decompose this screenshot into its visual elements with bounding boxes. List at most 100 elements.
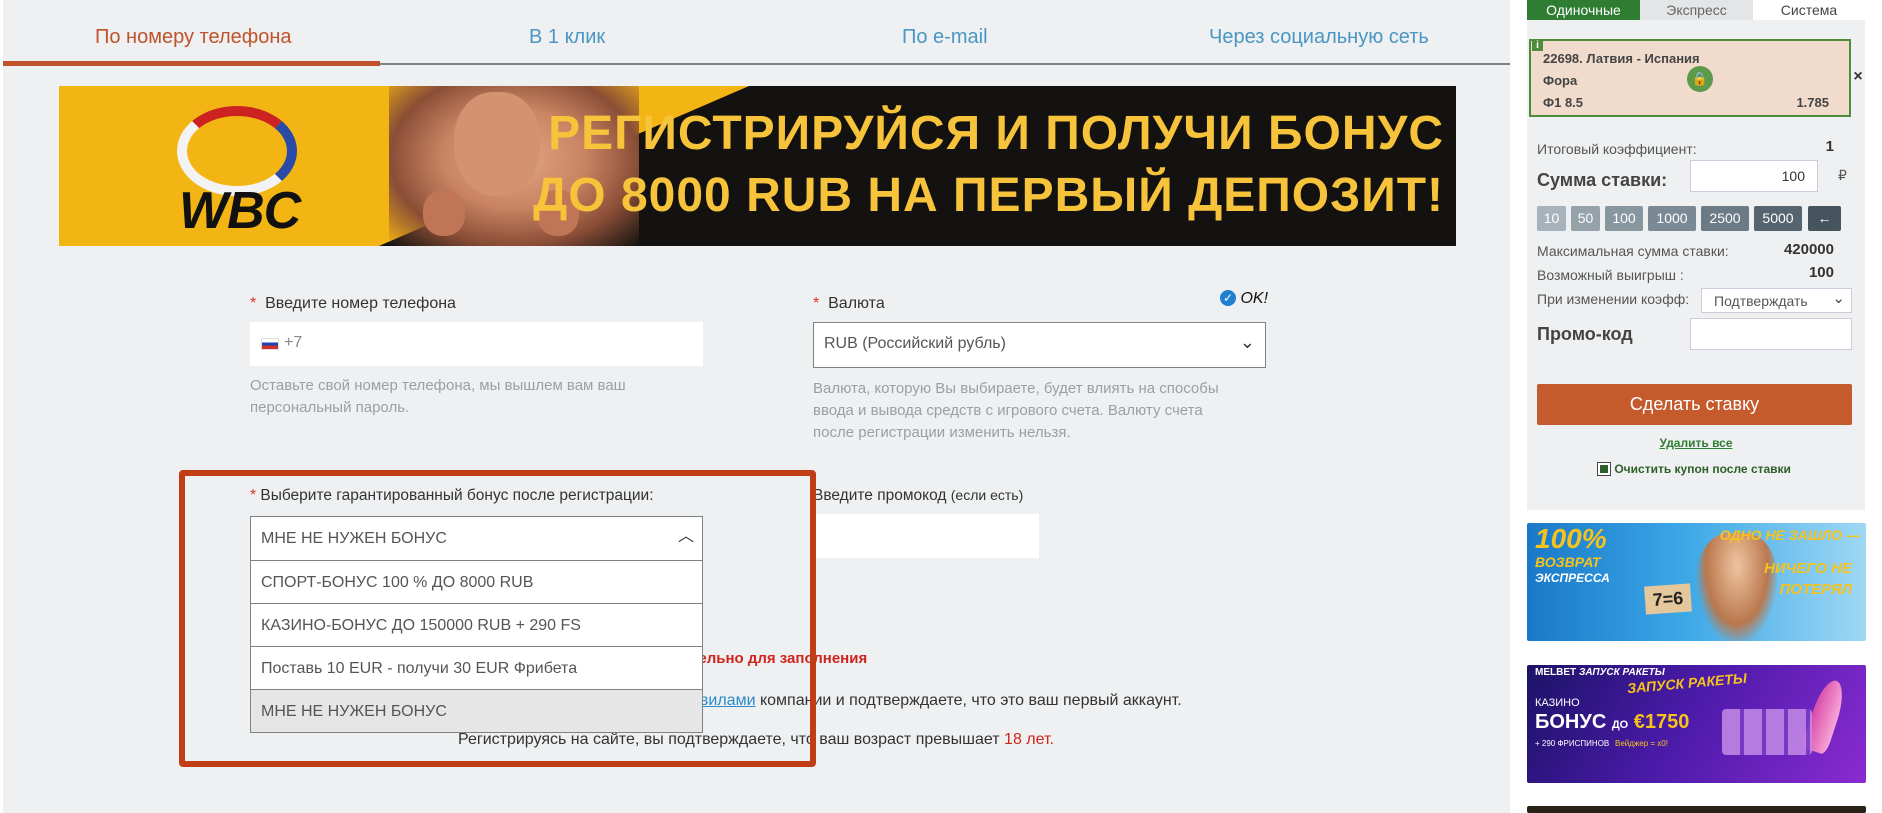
required-mark: * — [250, 295, 257, 312]
promocode-label: Введите промокод (если есть) — [813, 487, 1023, 505]
chevron-down-icon: ⌄ — [1832, 290, 1845, 307]
promo2-upto: ДО — [1611, 719, 1629, 731]
currency-select[interactable]: RUB (Российский рубль) ⌄ — [813, 322, 1266, 368]
bet-slip-sidebar: Одиночные Экспресс Система i 22698. Латв… — [1527, 0, 1866, 813]
stake-value: 100 — [1781, 168, 1805, 184]
coupon-selection: Ф1 8.5 — [1543, 95, 1584, 110]
promo1-text1: ОДНО НЕ ЗАШЛО — — [1719, 527, 1860, 543]
phone-label-text: Введите номер телефона — [265, 295, 456, 312]
phone-prefix: +7 — [284, 334, 303, 351]
quick-amount-1000[interactable]: 1000 — [1648, 206, 1696, 231]
quick-amount-100[interactable]: 100 — [1605, 206, 1643, 231]
currency-hint-line1: Валюта, которую Вы выбираете, будет влия… — [813, 380, 1219, 397]
clear-coupon-row[interactable]: Очистить купон после ставки — [1597, 462, 1791, 476]
age-value: 18 лет. — [1004, 731, 1054, 748]
highlight-box — [179, 470, 816, 767]
place-bet-button[interactable]: Сделать ставку — [1537, 384, 1852, 425]
promo-casino-rocket[interactable]: MELBET ЗАПУСК РАКЕТЫ ЗАПУСК РАКЕТЫ КАЗИН… — [1527, 665, 1866, 783]
currency-value: RUB (Российский рубль) — [824, 335, 1006, 352]
possible-win-label: Возможный выигрыш : — [1537, 267, 1684, 283]
odds-change-value: Подтверждать — [1714, 293, 1808, 309]
promo-express-return[interactable]: 100% ВОЗВРАТ ЭКСПРЕССА 7=6 ОДНО НЕ ЗАШЛО… — [1527, 523, 1866, 641]
backspace-button[interactable]: ← — [1808, 206, 1841, 231]
promo2-fs: + 290 ФРИСПИНОВ — [1535, 739, 1610, 748]
tab-system[interactable]: Система — [1753, 0, 1865, 20]
promocode-label-suffix: (если есть) — [950, 487, 1024, 503]
currency-hint: Валюта, которую Вы выбираете, будет влия… — [813, 378, 1219, 444]
russia-flag-icon — [261, 338, 279, 350]
promocode-label-text: Введите промокод — [813, 487, 947, 504]
tab-email[interactable]: По e-mail — [902, 26, 988, 49]
boxer-fist-left — [423, 190, 465, 236]
phone-hint-line1: Оставьте свой номер телефона, мы вышлем … — [250, 377, 626, 394]
promocode-input[interactable] — [813, 514, 1039, 558]
promo1-text3: ПОТЕРЯЛ — [1779, 581, 1853, 598]
odds-change-label: При изменении коэфф: — [1537, 291, 1690, 307]
arrow-left-icon: ← — [1817, 210, 1832, 226]
tab-phone[interactable]: По номеру телефона — [95, 26, 291, 49]
ok-text: OK! — [1240, 290, 1269, 307]
promo1-line1: ВОЗВРАТ — [1535, 554, 1601, 570]
promo2-brand: MELBET — [1535, 667, 1577, 678]
clear-coupon-label: Очистить купон после ставки — [1614, 462, 1791, 476]
currency-label: * Валюта — [813, 295, 885, 313]
currency-hint-line3: после регистрации изменить нельзя. — [813, 424, 1071, 441]
max-stake-value: 420000 — [1783, 241, 1834, 258]
banner-headline-line1: РЕГИСТРИРУЙСЯ И ПОЛУЧИ БОНУС — [548, 107, 1444, 160]
promo2-wager: Вейджер = х0! — [1615, 739, 1668, 748]
registration-panel: По номеру телефона В 1 клик По e-mail Че… — [3, 0, 1510, 813]
quick-amount-50[interactable]: 50 — [1571, 206, 1600, 231]
promo2-bonus-text: БОНУС — [1535, 711, 1607, 733]
lock-icon: 🔒 — [1687, 66, 1713, 92]
promo-third-banner[interactable] — [1527, 806, 1866, 813]
coupon-market: Фора — [1543, 73, 1578, 88]
phone-label: * Введите номер телефона — [250, 295, 456, 313]
tab-social[interactable]: Через социальную сеть — [1209, 26, 1429, 49]
promo-code-label: Промо-код — [1537, 324, 1633, 344]
registration-tabs: По номеру телефона В 1 клик По e-mail Че… — [3, 18, 1510, 66]
promo-code-input[interactable] — [1690, 318, 1852, 350]
bet-coupon: i 22698. Латвия - Испания Фора Ф1 8.5 1.… — [1529, 39, 1851, 117]
stake-label: Сумма ставки: — [1537, 170, 1668, 190]
currency-symbol: ₽ — [1838, 167, 1847, 183]
promo2-amount: €1750 — [1633, 711, 1690, 733]
checkbox-icon — [1597, 462, 1611, 476]
phone-hint: Оставьте свой номер телефона, мы вышлем … — [250, 375, 626, 419]
promo2-casino: КАЗИНО — [1535, 697, 1580, 709]
info-icon: i — [1532, 40, 1543, 51]
wbc-logo: WBC — [179, 182, 301, 240]
promo1-big: 100% — [1535, 523, 1607, 554]
cards-image — [1722, 709, 1812, 755]
quick-amount-10[interactable]: 10 — [1537, 206, 1566, 231]
banner-headline-line2: ДО 8000 RUB НА ПЕРВЫЙ ДЕПОЗИТ! — [533, 169, 1444, 222]
tab-one-click[interactable]: В 1 клик — [529, 26, 605, 49]
check-circle-icon: ✓ — [1220, 290, 1236, 306]
rules-text: компании и подтверждаете, что это ваш пе… — [759, 692, 1182, 709]
tab-single[interactable]: Одиночные — [1527, 0, 1640, 20]
phone-input[interactable]: +7 — [250, 322, 703, 366]
promo2-tag: ЗАПУСК РАКЕТЫ — [1579, 667, 1665, 678]
promo-banner[interactable]: WBC РЕГИСТРИРУЙСЯ И ПОЛУЧИ БОНУС ДО 8000… — [59, 86, 1456, 246]
delete-all-link[interactable]: Удалить все — [1527, 436, 1865, 450]
possible-win-value: 100 — [1808, 264, 1834, 281]
currency-ok-status: ✓ OK! — [1220, 290, 1268, 308]
coupon-event: 22698. Латвия - Испания — [1543, 51, 1700, 66]
quick-amount-2500[interactable]: 2500 — [1701, 206, 1749, 231]
odds-change-select[interactable]: Подтверждать ⌄ — [1701, 288, 1852, 313]
promo1-woman-image — [1697, 533, 1777, 641]
chevron-down-icon: ⌄ — [1239, 332, 1255, 352]
currency-hint-line2: ввода и вывода средств с игрового счета.… — [813, 402, 1203, 419]
quick-amount-5000[interactable]: 5000 — [1754, 206, 1802, 231]
bet-type-tabs: Одиночные Экспресс Система — [1527, 0, 1865, 20]
tab-express[interactable]: Экспресс — [1640, 0, 1753, 20]
close-icon[interactable]: × — [1851, 63, 1865, 91]
phone-hint-line2: персональный пароль. — [250, 399, 410, 416]
promo1-line2: ЭКСПРЕССА — [1535, 571, 1610, 585]
required-mark: * — [813, 295, 820, 312]
boxer-head-shape — [454, 92, 540, 196]
stake-input[interactable]: 100 — [1690, 160, 1818, 192]
active-tab-indicator — [3, 61, 380, 66]
total-coef-value: 1 — [1825, 138, 1834, 155]
total-coef-label: Итоговый коэффициент: — [1537, 141, 1697, 157]
currency-label-text: Валюта — [828, 295, 885, 312]
